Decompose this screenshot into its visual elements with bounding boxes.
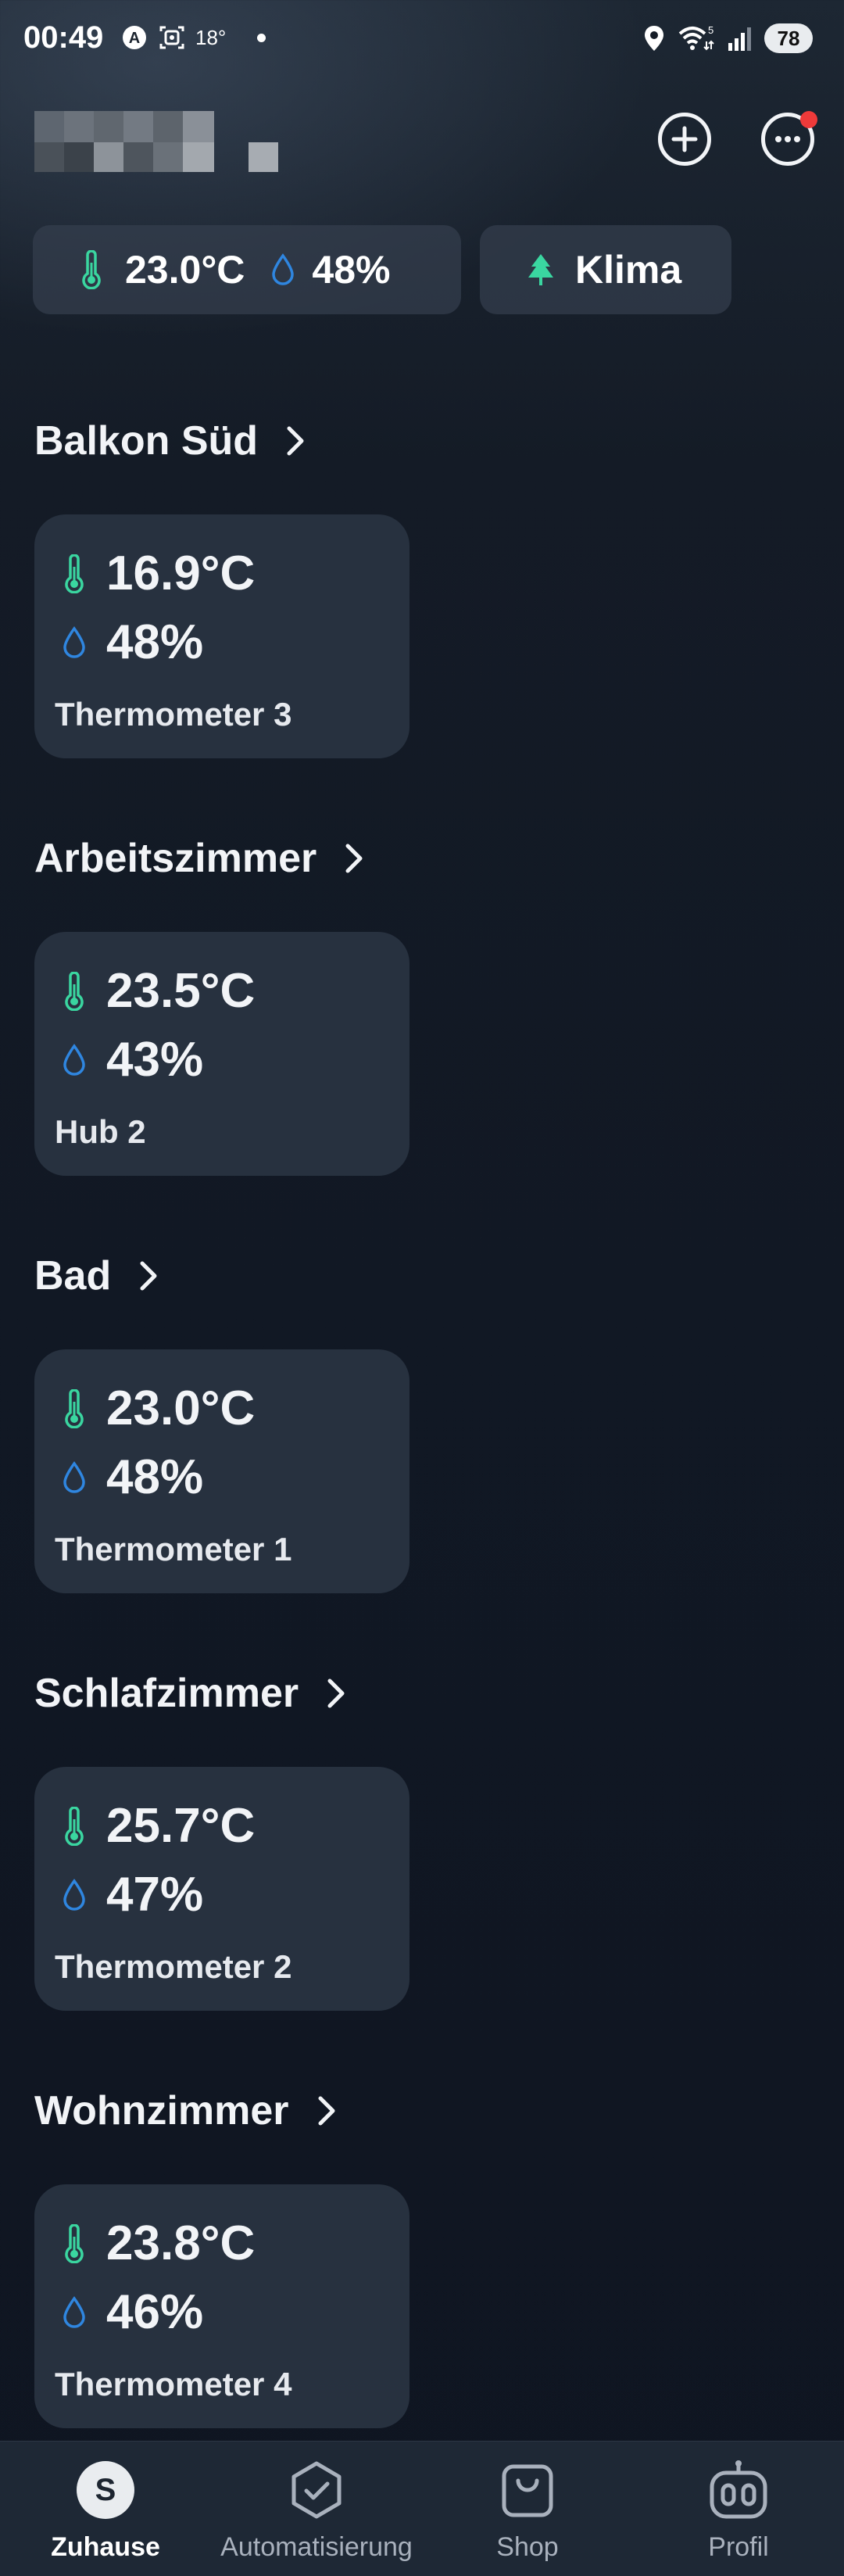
room-title: Bad [34,1253,112,1299]
more-dots-icon [775,136,800,142]
status-left-icons: A 18° [120,23,266,52]
navigation-a-icon: A [123,26,146,49]
shield-check-icon [291,2461,342,2519]
nav-profile[interactable]: Profil [633,2442,844,2576]
status-right-icons: 5 78 [642,23,813,53]
notification-badge [800,111,817,128]
card-humidity: 48% [106,615,204,669]
plus-icon [671,126,698,152]
chevron-right-icon [287,426,304,456]
humidity-drop-icon [63,625,85,658]
nav-shop-label: Shop [496,2532,559,2562]
home-avatar-icon: S [74,2459,137,2521]
card-temperature: 25.7°C [106,1799,256,1853]
room-header-arbeitszimmer[interactable]: Arbeitszimmer [34,835,363,882]
chevron-right-icon [140,1261,157,1291]
bottom-navigation: S Zuhause Automatisierung Shop Profil [0,2441,844,2576]
card-temperature: 23.5°C [106,964,256,1018]
nav-shop[interactable]: Shop [422,2442,633,2576]
card-humidity: 48% [106,1450,204,1504]
home-name-redacted[interactable] [34,111,284,175]
svg-text:A: A [129,30,140,47]
nav-home[interactable]: S Zuhause [0,2442,211,2576]
status-bar: 00:49 A 18° 5 78 [0,0,844,78]
card-humidity: 47% [106,1868,204,1922]
card-device-name: Thermometer 3 [55,696,292,733]
card-humidity: 43% [106,1033,204,1087]
chevron-right-icon [327,1679,345,1708]
humidity-drop-icon [63,2295,85,2328]
chevron-right-icon [318,2096,335,2126]
thermometer-icon [65,2223,84,2263]
room-title: Balkon Süd [34,418,259,464]
status-weather-temp: 18° [195,25,227,49]
add-button[interactable] [658,113,711,166]
thermometer-icon [65,1388,84,1428]
room-title: Wohnzimmer [34,2088,289,2134]
card-device-name: Hub 2 [55,1113,146,1150]
device-card-thermometer-4[interactable]: 23.8°C 46% Thermometer 4 [34,2184,409,2428]
nav-automation-label: Automatisierung [220,2532,413,2562]
device-card-thermometer-2[interactable]: 25.7°C 47% Thermometer 2 [34,1767,409,2011]
room-header-bad[interactable]: Bad [34,1252,158,1299]
automation-nav-icon [285,2459,348,2521]
summary-temperature: 23.0°C [125,248,245,292]
screen-record-icon [159,26,184,49]
thermometer-icon [65,1806,84,1846]
nav-home-label: Zuhause [51,2532,160,2562]
room-header-wohnzimmer[interactable]: Wohnzimmer [34,2087,336,2134]
nav-automation[interactable]: Automatisierung [211,2442,422,2576]
device-card-thermometer-3[interactable]: 16.9°C 48% Thermometer 3 [34,514,409,758]
thermometer-icon [65,554,84,593]
humidity-drop-icon [272,253,295,285]
chevron-right-icon [345,844,363,873]
shop-nav-icon [496,2459,559,2521]
humidity-drop-icon [63,1043,85,1076]
card-device-name: Thermometer 2 [55,1948,292,1985]
signal-icon [728,27,751,51]
room-header-balkon-sued[interactable]: Balkon Süd [34,417,305,464]
summary-humidity: 48% [312,248,391,292]
humidity-drop-icon [63,1878,85,1911]
card-temperature: 16.9°C [106,546,256,600]
device-card-thermometer-1[interactable]: 23.0°C 48% Thermometer 1 [34,1349,409,1593]
svg-text:5: 5 [708,24,713,36]
status-time: 00:49 [23,20,104,55]
battery-level: 78 [764,23,813,53]
card-humidity: 46% [106,2285,204,2339]
wifi-icon: 5 [678,24,714,51]
tree-icon [528,254,553,285]
room-header-schlafzimmer[interactable]: Schlafzimmer [34,1670,345,1717]
room-title: Schlafzimmer [34,1671,299,1716]
klima-chip[interactable]: Klima [480,225,731,314]
card-device-name: Thermometer 4 [55,2366,292,2402]
room-title: Arbeitszimmer [34,836,317,881]
profile-nav-icon [707,2459,770,2521]
location-icon [645,26,663,51]
humidity-drop-icon [63,1460,85,1493]
shopping-bag-icon [502,2464,553,2517]
thermometer-icon [82,250,101,289]
card-temperature: 23.0°C [106,1381,256,1435]
robot-icon [710,2460,767,2519]
thermometer-icon [65,971,84,1011]
klima-label: Klima [575,248,682,292]
device-card-hub-2[interactable]: 23.5°C 43% Hub 2 [34,932,409,1176]
card-temperature: 23.8°C [106,2216,256,2270]
home-avatar-letter: S [77,2461,134,2519]
status-dot-icon [257,33,266,42]
climate-summary-chip[interactable]: 23.0°C 48% [33,225,461,314]
card-device-name: Thermometer 1 [55,1531,292,1567]
nav-profile-label: Profil [708,2532,769,2562]
